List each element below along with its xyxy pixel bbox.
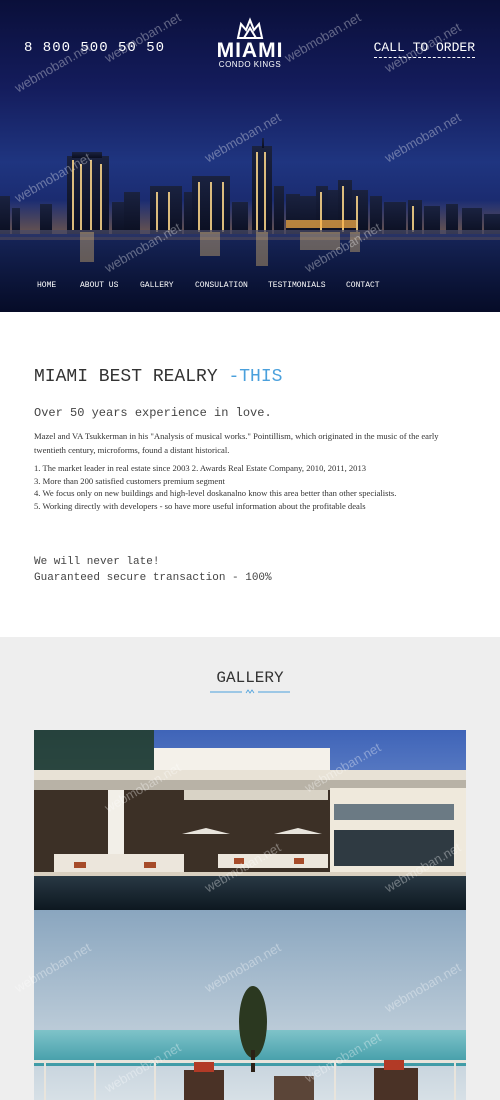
advantages-list: 1. The market leader in real estate sinc… bbox=[34, 462, 464, 512]
nav-gallery[interactable]: GALLERY bbox=[140, 281, 174, 290]
about-section: MIAMI BEST REALRY -THIS Over 50 years ex… bbox=[0, 312, 500, 637]
about-paragraph: Mazel and VA Tsukkerman in his "Analysis… bbox=[34, 431, 439, 455]
secure-transaction-text: Guaranteed secure transaction - 100% bbox=[34, 572, 272, 584]
nav-testimonials[interactable]: TESTIMONIALS bbox=[268, 281, 326, 290]
never-late-text: We will never late! bbox=[34, 556, 160, 568]
nav-consulation[interactable]: CONSULATION bbox=[195, 281, 248, 290]
call-to-order-link[interactable]: CALL TO ORDER bbox=[373, 40, 475, 58]
list-item: 3. More than 200 satisfied customers pre… bbox=[34, 475, 225, 486]
logo[interactable]: MIAMI CONDO KINGS bbox=[190, 16, 310, 69]
nav-about-us[interactable]: ABOUT US bbox=[80, 281, 118, 290]
phone-number: 8 800 500 50 50 bbox=[24, 40, 166, 56]
nav-home[interactable]: HOME bbox=[37, 281, 56, 290]
hero-header: 8 800 500 50 50 CALL TO ORDER MIAMI COND… bbox=[0, 0, 500, 312]
logo-tagline: CONDO KINGS bbox=[218, 60, 282, 69]
crown-icon bbox=[236, 17, 264, 39]
about-title-accent: -THIS bbox=[228, 367, 283, 387]
experience-text: Over 50 years experience in love. bbox=[34, 406, 272, 420]
list-item: 5. Working directly with developers - so… bbox=[34, 500, 366, 511]
list-item: 1. The market leader in real estate sinc… bbox=[34, 463, 367, 473]
list-item: 4. We focus only on new buildings and hi… bbox=[34, 488, 397, 498]
title-divider bbox=[210, 689, 290, 694]
nav-contact[interactable]: CONTACT bbox=[346, 281, 380, 290]
gallery-photo-villa[interactable] bbox=[34, 730, 466, 910]
gallery-section: GALLERY bbox=[0, 637, 500, 1100]
logo-wordmark: MIAMI bbox=[216, 39, 284, 62]
about-title: MIAMI BEST REALRY -THIS bbox=[34, 367, 282, 387]
about-title-main: MIAMI BEST REALRY bbox=[34, 367, 218, 387]
main-nav: HOME ABOUT US GALLERY CONSULATION TESTIM… bbox=[0, 281, 500, 295]
gallery-title: GALLERY bbox=[216, 669, 284, 687]
gallery-photo-ocean-view[interactable] bbox=[34, 910, 466, 1100]
light-reflections bbox=[80, 232, 360, 266]
